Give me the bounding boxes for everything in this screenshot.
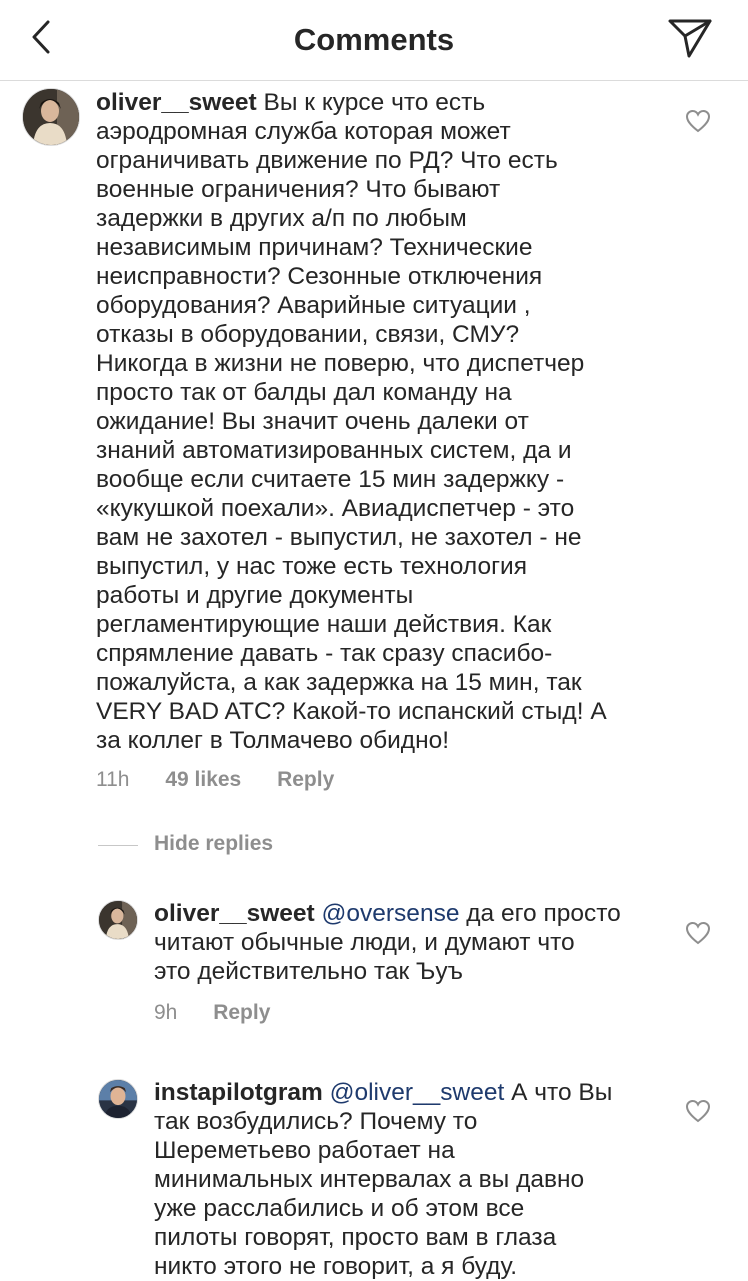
hide-replies-label: Hide replies xyxy=(154,832,274,855)
comment-username[interactable]: oliver__sweet xyxy=(96,89,257,116)
mention-link[interactable]: @oversense xyxy=(322,900,460,927)
heart-icon xyxy=(685,1099,711,1123)
likes-count[interactable]: 49 likes xyxy=(165,768,241,792)
reply-button[interactable]: Reply xyxy=(277,768,334,792)
reply-meta: 9h Reply xyxy=(154,1001,270,1025)
avatar[interactable] xyxy=(98,900,138,940)
heart-icon xyxy=(685,921,711,945)
like-button[interactable] xyxy=(685,109,711,133)
heart-icon xyxy=(685,109,711,133)
like-button[interactable] xyxy=(685,1099,711,1123)
comment-text: oliver__sweet Вы к курсе что есть аэродр… xyxy=(96,89,607,754)
share-button[interactable] xyxy=(666,16,714,60)
page-title: Comments xyxy=(293,22,455,57)
replies-divider xyxy=(98,845,138,846)
mention-link[interactable]: @oliver__sweet xyxy=(330,1079,505,1106)
reply-text: instapilotgram @oliver__sweet А что Вы т… xyxy=(154,1079,613,1280)
reply-time: 9h xyxy=(154,1001,178,1024)
reply-username[interactable]: oliver__sweet xyxy=(154,900,315,927)
avatar[interactable] xyxy=(98,1079,138,1119)
like-button[interactable] xyxy=(685,921,711,945)
reply-text: oliver__sweet @oversense да его просто ч… xyxy=(154,900,621,985)
comment-meta: 11h 49 likes Reply xyxy=(96,768,334,792)
paper-plane-icon xyxy=(668,19,712,58)
avatar[interactable] xyxy=(22,88,80,146)
reply-button[interactable]: Reply xyxy=(213,1001,270,1025)
reply-username[interactable]: instapilotgram xyxy=(154,1079,323,1106)
header-bar: Comments xyxy=(0,0,748,81)
comment-time: 11h xyxy=(96,768,130,791)
